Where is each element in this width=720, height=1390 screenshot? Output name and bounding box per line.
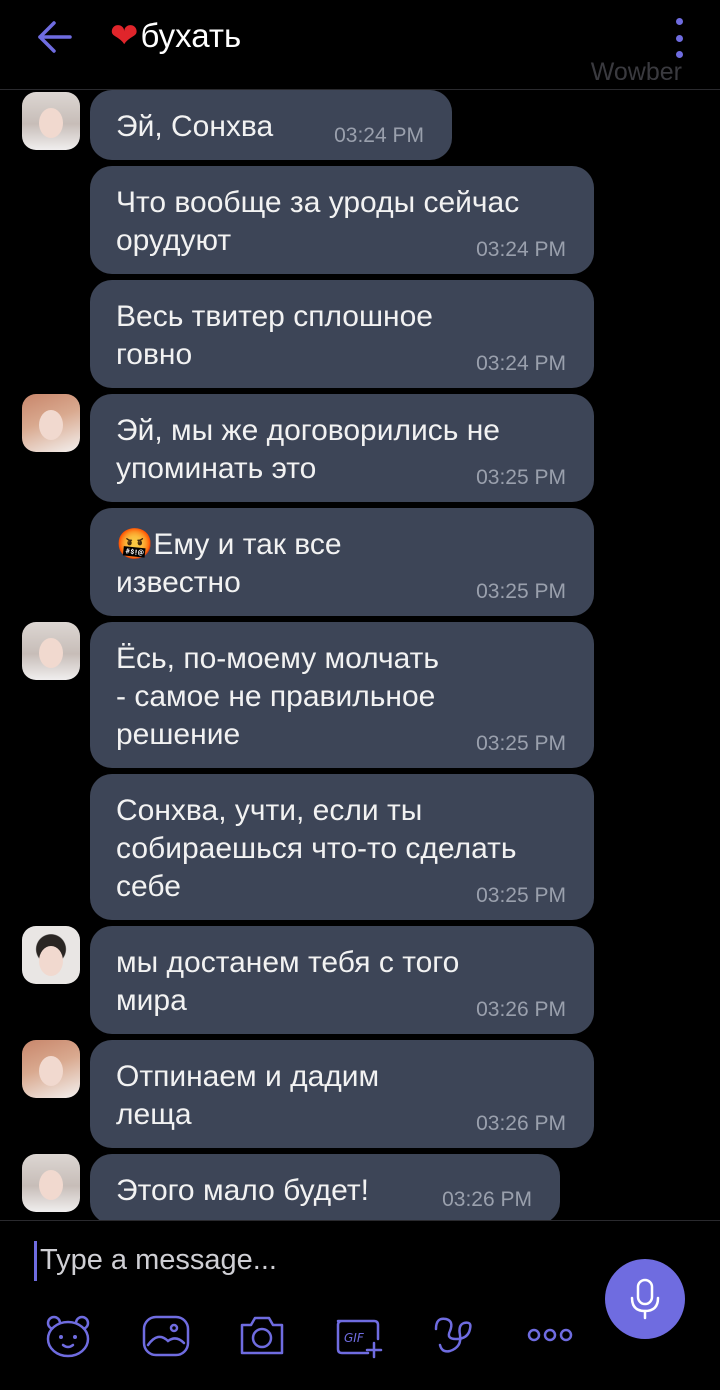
doodle-button[interactable] [428, 1309, 480, 1361]
image-icon [142, 1315, 190, 1357]
message-bubble[interactable]: мы достанем тебя с того мира 03:26 PM [90, 926, 594, 1034]
avatar[interactable] [22, 92, 80, 150]
message-bubble[interactable]: Эй, Сонхва 03:24 PM [90, 90, 452, 160]
gallery-button[interactable] [140, 1309, 192, 1361]
dot-icon [675, 51, 683, 58]
doodle-icon [434, 1317, 472, 1353]
sticker-button[interactable] [42, 1309, 94, 1361]
avatar[interactable] [22, 1154, 80, 1212]
message-time: 03:25 PM [476, 580, 566, 603]
heart-icon: ❤ [110, 17, 139, 55]
angry-face-emoji: 🤬 [116, 528, 154, 561]
message-time: 03:24 PM [334, 124, 424, 147]
message-bubble[interactable]: 🤬Ему и так все известно 03:25 PM [90, 508, 594, 616]
chat-title[interactable]: ❤ бухать [110, 16, 241, 56]
dot-icon [675, 18, 683, 25]
message-input-row [34, 1235, 574, 1285]
avatar[interactable] [22, 926, 80, 984]
more-dots-icon [527, 1328, 573, 1342]
chat-title-text: бухать [140, 17, 242, 54]
message-bubble[interactable]: Весь твитер сплошное говно 03:24 PM [90, 280, 594, 388]
text-caret [34, 1241, 37, 1281]
voice-message-button[interactable] [605, 1259, 685, 1339]
message-time: 03:26 PM [442, 1188, 532, 1211]
back-button[interactable] [30, 14, 80, 60]
composer-bar: GIF [0, 1220, 720, 1390]
message-time: 03:24 PM [476, 238, 566, 261]
message-bubble[interactable]: Сонхва, учти, если ты собираешься что-то… [90, 774, 594, 920]
avatar[interactable] [22, 622, 80, 680]
svg-text:GIF: GIF [344, 1331, 365, 1345]
message-bubble[interactable]: Этого мало будет! 03:26 PM [90, 1154, 560, 1220]
message-bubble[interactable]: Что вообще за уроды сейчас орудуют 03:24… [90, 166, 594, 274]
message-time: 03:25 PM [476, 466, 566, 489]
camera-icon [240, 1316, 284, 1355]
message-time: 03:24 PM [476, 352, 566, 375]
message-bubble[interactable]: Ёсь, по-моему молчать - самое не правиль… [90, 622, 594, 768]
microphone-icon [630, 1278, 660, 1320]
message-bubble[interactable]: Эй, мы же договорились не упоминать это … [90, 394, 594, 502]
sticker-bear-icon [46, 1315, 90, 1358]
gif-button[interactable]: GIF [332, 1309, 384, 1361]
avatar[interactable] [22, 394, 80, 452]
more-attachments-button[interactable] [524, 1309, 576, 1361]
message-input[interactable] [40, 1235, 560, 1285]
more-options-button[interactable] [672, 18, 686, 58]
gif-icon: GIF [336, 1319, 383, 1359]
message-time: 03:25 PM [476, 884, 566, 907]
message-list[interactable]: Эй, Сонхва 03:24 PM Что вообще за уроды … [0, 90, 720, 1220]
message-time: 03:26 PM [476, 1112, 566, 1135]
message-bubble[interactable]: Отпинаем и дадим леща 03:26 PM [90, 1040, 594, 1148]
camera-button[interactable] [236, 1309, 288, 1361]
arrow-left-icon [38, 21, 72, 53]
avatar[interactable] [22, 1040, 80, 1098]
message-time: 03:25 PM [476, 732, 566, 755]
chat-header: ❤ бухать Wowber [0, 0, 720, 90]
message-time: 03:26 PM [476, 998, 566, 1021]
attachment-toolbar: GIF [42, 1309, 582, 1361]
dot-icon [675, 34, 683, 42]
chat-subtitle: Wowber [590, 58, 682, 86]
